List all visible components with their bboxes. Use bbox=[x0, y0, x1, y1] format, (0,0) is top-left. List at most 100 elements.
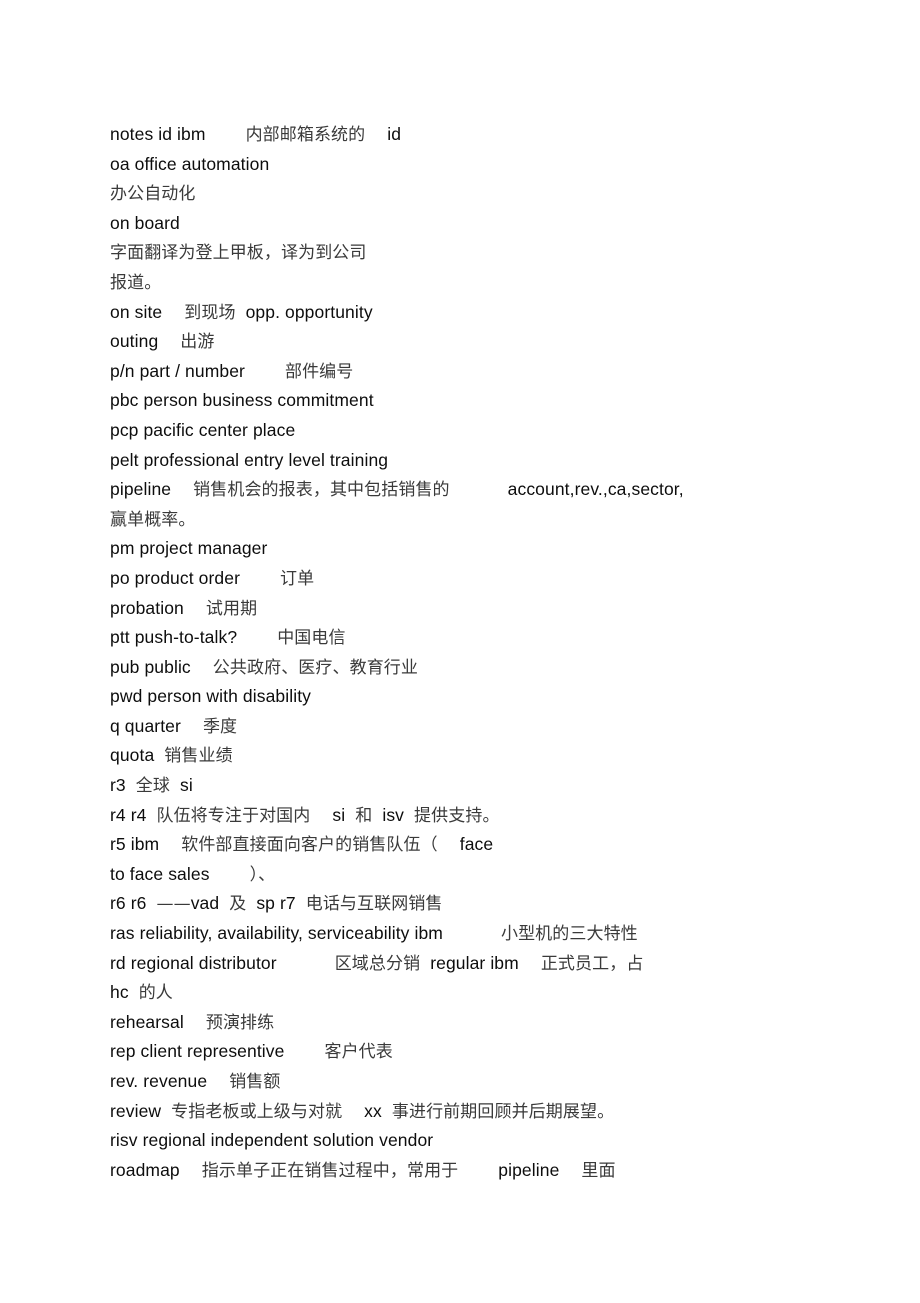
cjk-text-run: 提供支持。 bbox=[414, 805, 500, 826]
cjk-text-run: 客户代表 bbox=[324, 1042, 393, 1063]
latin-text-run: hc bbox=[110, 982, 129, 1003]
glossary-line-r6: r6 r6 ——vad 及 sp r7 电话与互联网销售 bbox=[110, 889, 810, 919]
latin-text-run: r5 ibm bbox=[110, 834, 160, 855]
latin-text-run: vad bbox=[190, 893, 220, 914]
latin-text-run: ras reliability, availability, serviceab… bbox=[110, 923, 443, 944]
cjk-text-run: 及 bbox=[229, 894, 247, 915]
cjk-text-run: 指示单子正在销售过程中，常用于 bbox=[201, 1160, 459, 1181]
cjk-text-run: 小型机的三大特性 bbox=[500, 924, 638, 945]
glossary-line-hc: hc 的人 bbox=[110, 978, 810, 1008]
glossary-line-r5-2: to face sales ）、 bbox=[110, 860, 810, 890]
document-text-body: notes id ibm 内部邮箱系统的 id oa office automatio… bbox=[110, 120, 810, 1185]
glossary-line-ptt: ptt push-to-talk? 中国电信 bbox=[110, 623, 810, 653]
latin-text-run: notes id ibm bbox=[110, 124, 206, 144]
cjk-text-run: 销售额 bbox=[229, 1072, 281, 1092]
cjk-text-run: —— bbox=[156, 894, 191, 915]
cjk-text-run: 季度 bbox=[202, 716, 238, 737]
cjk-text-run: 的人 bbox=[138, 983, 173, 1004]
cjk-text-run: 办公自动化 bbox=[110, 184, 196, 205]
latin-text-run: pm project manager bbox=[110, 538, 268, 559]
latin-text-run: rd regional distributor bbox=[110, 952, 277, 973]
glossary-line-pwd: pwd person with disability bbox=[110, 682, 810, 712]
cjk-text-run: 软件部直接面向客户的销售队伍（ bbox=[181, 835, 438, 856]
latin-text-run: rehearsal bbox=[110, 1011, 184, 1032]
latin-text-run: si bbox=[179, 775, 193, 796]
glossary-line-oa: oa office automation bbox=[110, 150, 810, 180]
latin-text-run: r3 bbox=[110, 775, 126, 796]
latin-text-run: probation bbox=[110, 597, 184, 618]
cjk-text-run: 内部邮箱系统的 bbox=[245, 125, 366, 145]
latin-text-run: regular ibm bbox=[430, 952, 519, 973]
latin-text-run: rep client representive bbox=[110, 1041, 285, 1062]
cjk-text-run: 事进行前期回顾并后期展望。 bbox=[391, 1101, 615, 1122]
glossary-line-probation: probation 试用期 bbox=[110, 594, 810, 624]
cjk-text-run: 销售机会的报表，其中包括销售的 bbox=[193, 480, 450, 501]
latin-text-run: id bbox=[387, 124, 402, 144]
latin-text-run: r4 r4 bbox=[110, 804, 147, 825]
glossary-line-rd: rd regional distributor 区域总分销 regular ibm 正… bbox=[110, 949, 810, 979]
cjk-text-run: 区域总分销 bbox=[334, 953, 421, 974]
glossary-line-r5-1: r5 ibm 软件部直接面向客户的销售队伍（ face bbox=[110, 830, 810, 860]
latin-text-run: roadmap bbox=[110, 1159, 180, 1180]
cjk-text-run: 试用期 bbox=[205, 598, 258, 619]
document-page: { "page": { "kind": "scanned-glossary-pa… bbox=[0, 0, 920, 1303]
latin-text-run: risv regional independent solution vendo… bbox=[110, 1130, 434, 1151]
latin-text-run: pcp pacific center place bbox=[110, 419, 296, 440]
glossary-line-r4: r4 r4 队伍将专注于对国内 si 和 isv 提供支持。 bbox=[110, 801, 810, 831]
glossary-line-r3: r3 全球 si bbox=[110, 771, 810, 801]
glossary-line-on-board: on board bbox=[110, 209, 810, 239]
latin-text-run: outing bbox=[110, 331, 159, 352]
glossary-line-pm: pm project manager bbox=[110, 534, 810, 564]
glossary-line-review: review 专指老板或上级与对就 xx 事进行前期回顾并后期展望。 bbox=[110, 1097, 810, 1127]
glossary-line-pn: p/n part / number 部件编号 bbox=[110, 357, 810, 387]
latin-text-run: ptt push-to-talk? bbox=[110, 627, 238, 648]
latin-text-run: pipeline bbox=[110, 479, 172, 500]
glossary-line-on-board-cn-2: 报道。 bbox=[110, 268, 810, 298]
glossary-line-outing: outing 出游 bbox=[110, 327, 810, 357]
latin-text-run: si bbox=[332, 804, 346, 825]
latin-text-run: pipeline bbox=[498, 1159, 560, 1180]
cjk-text-run: ）、 bbox=[249, 864, 276, 885]
glossary-line-on-board-cn-1: 字面翻译为登上甲板，译为到公司 bbox=[110, 238, 810, 268]
glossary-line-pub: pub public 公共政府、医疗、教育行业 bbox=[110, 653, 810, 683]
cjk-text-run: 销售业绩 bbox=[164, 746, 233, 767]
cjk-text-run: 和 bbox=[355, 805, 373, 826]
cjk-text-run: 队伍将专注于对国内 bbox=[156, 805, 311, 826]
glossary-line-po: po product order 订单 bbox=[110, 564, 810, 594]
glossary-line-on-site: on site 到现场 opp. opportunity bbox=[110, 298, 810, 328]
glossary-line-pelt: pelt professional entry level training bbox=[110, 446, 810, 476]
glossary-line-notes-id-ibm: notes id ibm 内部邮箱系统的 id bbox=[110, 120, 810, 150]
cjk-text-run: 出游 bbox=[180, 332, 215, 353]
latin-text-run: review bbox=[110, 1100, 162, 1121]
latin-text-run: opp. opportunity bbox=[245, 301, 373, 322]
glossary-line-risv: risv regional independent solution vendo… bbox=[110, 1126, 810, 1156]
latin-text-run: oa office automation bbox=[110, 153, 270, 174]
latin-text-run: on board bbox=[110, 212, 180, 233]
cjk-text-run: 中国电信 bbox=[277, 628, 346, 649]
latin-text-run: r6 r6 bbox=[110, 893, 147, 914]
latin-text-run: on site bbox=[110, 301, 163, 322]
glossary-line-pcp: pcp pacific center place bbox=[110, 416, 810, 446]
latin-text-run: to face sales bbox=[110, 863, 210, 884]
cjk-text-run: 到现场 bbox=[184, 302, 236, 323]
latin-text-run: pelt professional entry level training bbox=[110, 449, 389, 470]
latin-text-run: q quarter bbox=[110, 715, 181, 736]
glossary-line-quota: quota 销售业绩 bbox=[110, 741, 810, 771]
latin-text-run: rev. revenue bbox=[110, 1071, 208, 1091]
cjk-text-run: 字面翻译为登上甲板，译为到公司 bbox=[110, 243, 367, 264]
latin-text-run: pwd person with disability bbox=[110, 686, 312, 707]
glossary-line-q: q quarter 季度 bbox=[110, 712, 810, 742]
glossary-line-oa-cn: 办公自动化 bbox=[110, 179, 810, 209]
latin-text-run: pub public bbox=[110, 656, 191, 677]
latin-text-run: quota bbox=[110, 745, 155, 766]
glossary-line-pbc: pbc person business commitment bbox=[110, 386, 810, 416]
glossary-line-pipeline-2: 赢单概率。 bbox=[110, 505, 810, 535]
latin-text-run: pbc person business commitment bbox=[110, 390, 374, 411]
cjk-text-run: 赢单概率。 bbox=[110, 509, 196, 530]
glossary-line-roadmap: roadmap 指示单子正在销售过程中，常用于 pipeline 里面 bbox=[110, 1156, 810, 1186]
cjk-text-run: 正式员工，占 bbox=[540, 953, 644, 974]
latin-text-run: face bbox=[459, 834, 494, 855]
cjk-text-run: 公共政府、医疗、教育行业 bbox=[212, 657, 418, 678]
cjk-text-run: 专指老板或上级与对就 bbox=[171, 1101, 343, 1122]
cjk-text-run: 全球 bbox=[135, 776, 170, 797]
